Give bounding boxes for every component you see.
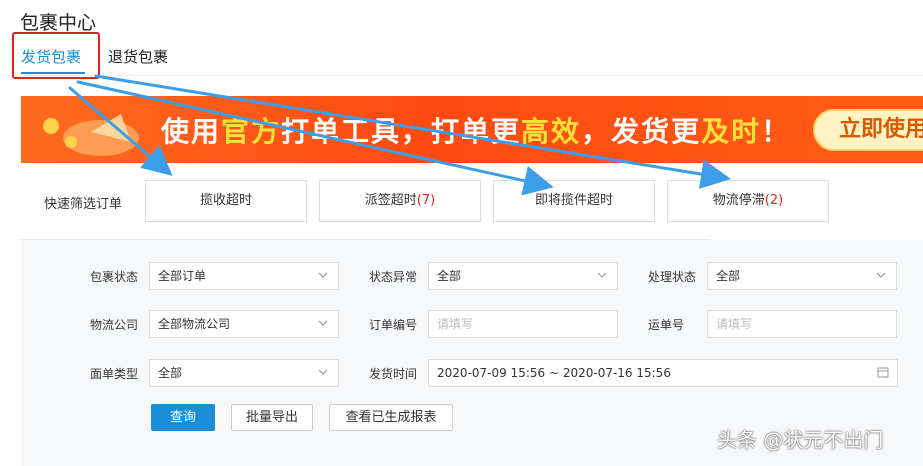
quick-filter-pickup-soon-timeout[interactable]: 即将揽件超时 (493, 180, 655, 222)
watermark: 头条 @状元不出门 (717, 428, 884, 452)
waybill-type-select[interactable]: 全部 (149, 359, 339, 387)
process-status-label: 处理状态 (648, 270, 697, 284)
quick-filter-area: 快速筛选订单 揽收超时 派签超时(7) 即将揽件超时 物流停滞(2) (21, 163, 829, 240)
page-title: 包裹中心 (20, 12, 97, 34)
quick-filter-label: 快速筛选订单 (44, 197, 123, 212)
calendar-icon (877, 367, 889, 378)
coin-decoration-icon (43, 114, 139, 156)
waybill-type-label: 面单类型 (90, 367, 139, 381)
order-no-input[interactable]: 请填写 (428, 310, 618, 338)
status-abnormal-label: 状态异常 (369, 270, 418, 284)
search-button[interactable]: 查询 (151, 404, 215, 431)
process-status-select[interactable]: 全部 (707, 262, 897, 290)
chevron-down-icon (318, 272, 328, 278)
logistics-company-select[interactable]: 全部物流公司 (149, 310, 339, 338)
banner-slogan: 使用官方打单工具，打单更高效，发货更及时！ (161, 115, 792, 148)
quick-filter-logistics-stalled[interactable]: 物流停滞(2) (667, 180, 829, 222)
ship-time-range-picker[interactable]: 2020-07-09 15:56 ~ 2020-07-16 15:56 (428, 359, 898, 387)
chevron-down-icon (318, 369, 328, 375)
package-status-select[interactable]: 全部订单 (149, 262, 339, 290)
status-abnormal-select[interactable]: 全部 (428, 262, 618, 290)
ship-time-label: 发货时间 (369, 367, 418, 381)
logistics-company-label: 物流公司 (90, 318, 139, 332)
use-now-button[interactable]: 立即使用 (813, 109, 923, 151)
tab-bar: 发货包裹 退货包裹 (0, 38, 923, 76)
chevron-down-icon (876, 272, 886, 278)
quick-filter-pickup-timeout[interactable]: 揽收超时 (145, 180, 307, 222)
promo-banner[interactable]: 使用官方打单工具，打单更高效，发货更及时！ 立即使用 (21, 96, 923, 163)
tracking-no-input[interactable]: 请填写 (707, 310, 897, 338)
tab-return-packages[interactable]: 退货包裹 (108, 46, 168, 67)
annotation-highlight-box (12, 32, 100, 79)
batch-export-button[interactable]: 批量导出 (231, 404, 313, 431)
chevron-down-icon (318, 320, 328, 326)
view-reports-button[interactable]: 查看已生成报表 (329, 404, 453, 431)
package-status-label: 包裹状态 (90, 270, 139, 284)
quick-filter-delivery-timeout[interactable]: 派签超时(7) (319, 180, 481, 222)
tracking-no-label: 运单号 (648, 318, 685, 332)
chevron-down-icon (597, 272, 607, 278)
order-no-label: 订单编号 (369, 318, 418, 332)
